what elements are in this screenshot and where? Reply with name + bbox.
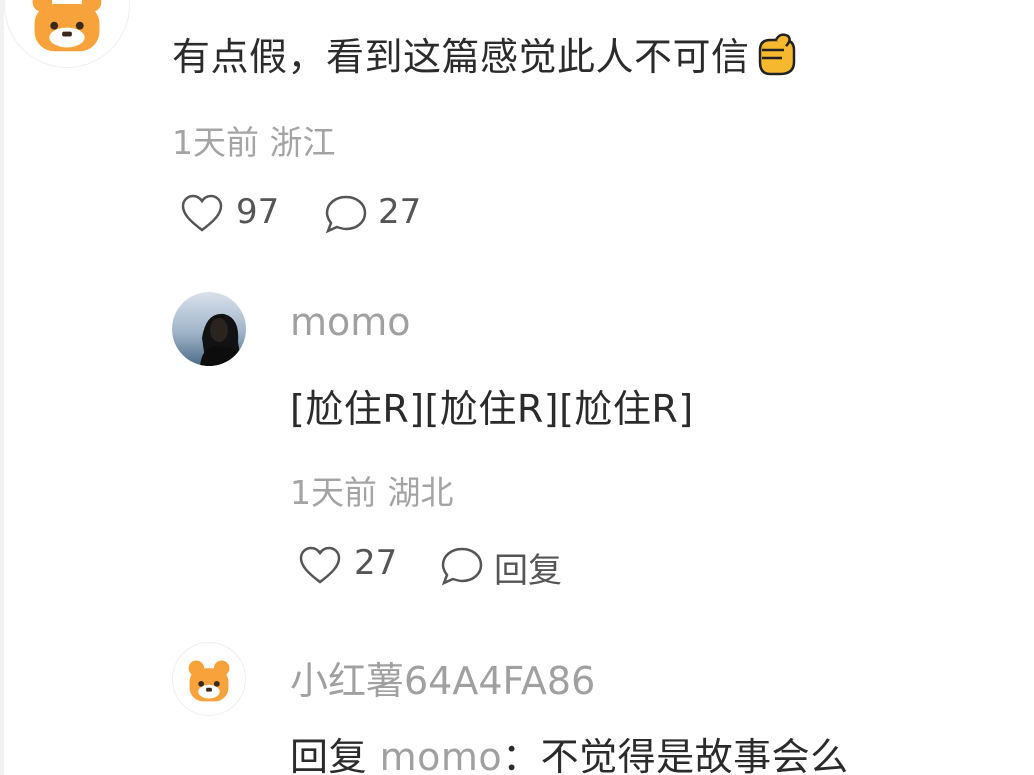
comment-bubble-icon [325, 195, 367, 234]
reply-button-label[interactable]: 回复 [494, 543, 562, 592]
left-edge-divider [0, 0, 4, 775]
reply-target-username[interactable]: momo [380, 735, 503, 775]
avatar[interactable] [172, 642, 246, 716]
reply-time: 1天前 [290, 473, 377, 512]
reply-meta: 1天前 湖北 [290, 466, 454, 514]
reply-text: [尬住R][尬住R][尬住R] [290, 387, 694, 431]
comment-body: 有点假，看到这篇感觉此人不可信 [172, 35, 750, 79]
avatar[interactable] [4, 0, 130, 68]
reply-username[interactable]: momo [290, 300, 411, 344]
reply-prefix: 回复 [290, 735, 368, 775]
reply-body: ：不觉得是故事会么 [502, 735, 849, 775]
bear-avatar-icon [32, 0, 102, 52]
heart-icon [299, 546, 341, 584]
like-button[interactable] [180, 194, 224, 234]
comment-text: 有点假，看到这篇感觉此人不可信 [172, 26, 798, 81]
reply-username[interactable]: 小红薯64A4FA86 [290, 650, 595, 705]
comment-bubble-icon [441, 547, 483, 586]
reply-text: 回复 momo：不觉得是故事会么 [290, 726, 849, 775]
reply-button[interactable] [440, 546, 484, 586]
bear-avatar-icon [188, 660, 230, 702]
reply-location: 湖北 [387, 473, 454, 512]
like-button[interactable] [298, 546, 342, 586]
comment-location: 浙江 [269, 123, 336, 162]
fist-emoji-icon [754, 32, 798, 78]
comment-meta: 1天前 浙江 [172, 116, 336, 164]
user-photo-avatar [172, 292, 246, 366]
like-count: 97 [236, 192, 280, 232]
reply-count: 27 [378, 192, 422, 232]
comment-time: 1天前 [172, 123, 259, 162]
heart-icon [181, 194, 223, 232]
reply-count-button[interactable] [324, 194, 368, 234]
like-count: 27 [354, 543, 398, 583]
avatar[interactable] [172, 292, 246, 366]
